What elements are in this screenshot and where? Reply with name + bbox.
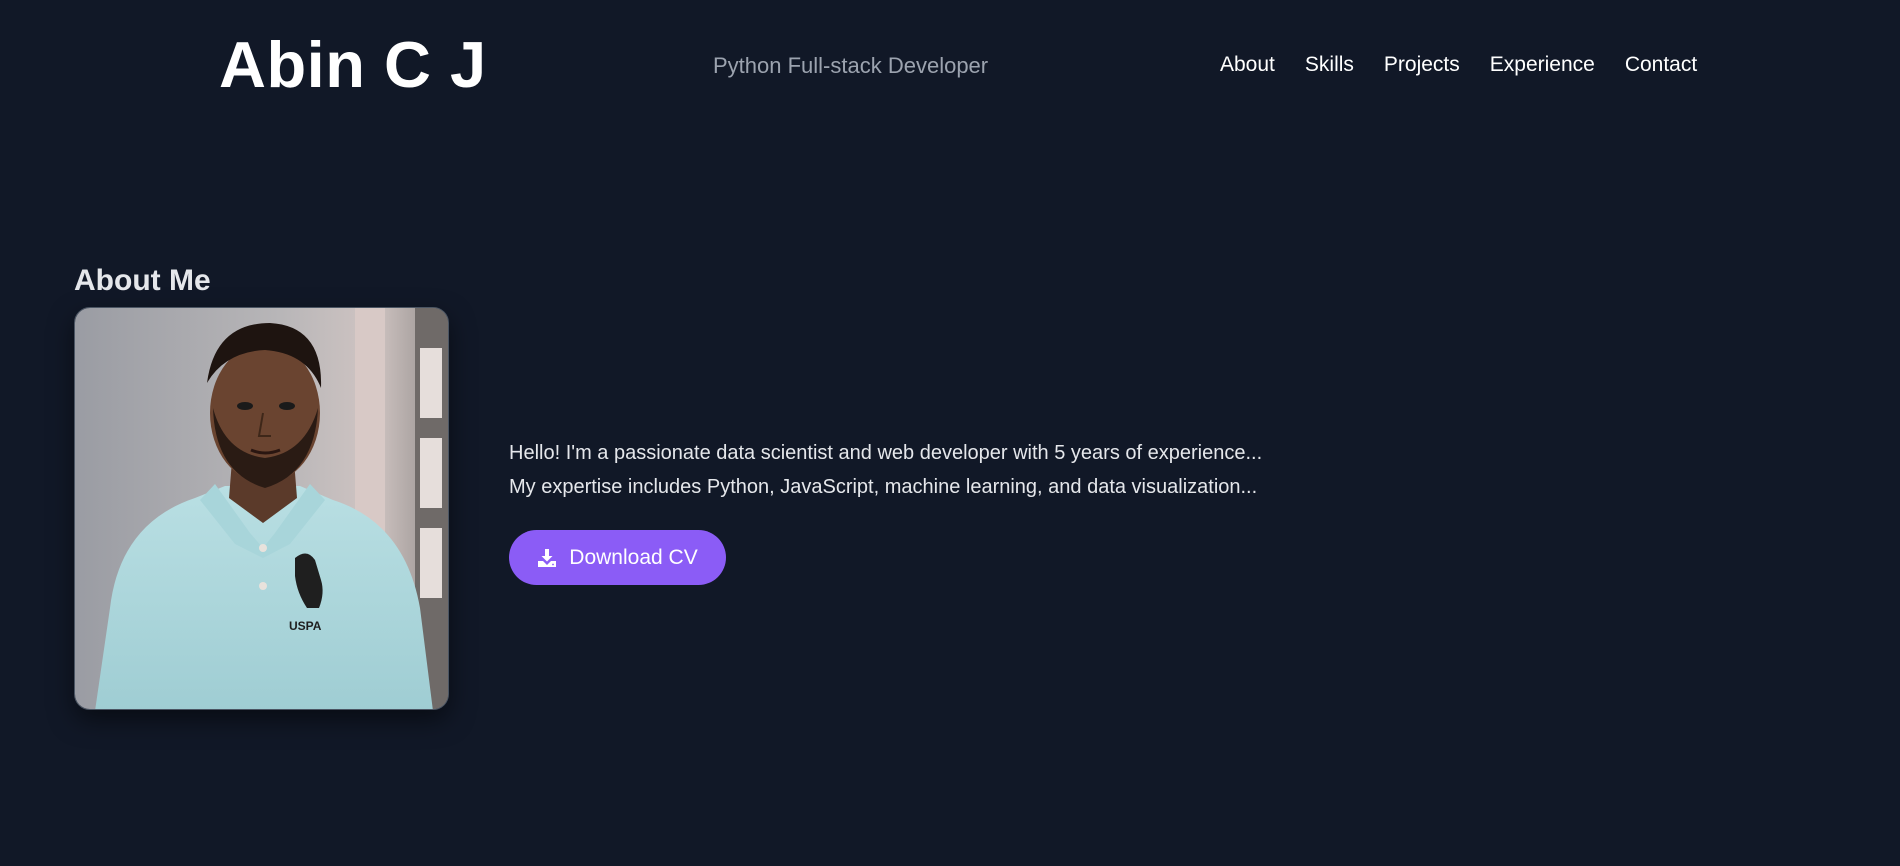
profile-photo: USPA: [74, 307, 449, 710]
tagline: Python Full-stack Developer: [713, 53, 989, 78]
portfolio-page: Abin C J Python Full-stack Developer Abo…: [0, 0, 1900, 866]
nav-link-about[interactable]: About: [1220, 53, 1275, 77]
nav-link-contact[interactable]: Contact: [1625, 53, 1697, 77]
about-text: Hello! I'm a passionate data scientist a…: [509, 436, 1409, 504]
nav-link-experience[interactable]: Experience: [1490, 53, 1595, 77]
main-nav: About Skills Projects Experience Contact: [1220, 53, 1697, 77]
nav-link-projects[interactable]: Projects: [1384, 53, 1460, 77]
download-cv-button[interactable]: Download CV: [509, 530, 726, 585]
nav-link-skills[interactable]: Skills: [1305, 53, 1354, 77]
about-heading: About Me: [74, 264, 211, 297]
download-cv-label: Download CV: [569, 545, 698, 569]
site-name: Abin C J: [219, 28, 487, 101]
about-paragraph: My expertise includes Python, JavaScript…: [509, 476, 1258, 498]
download-icon: [537, 548, 557, 568]
svg-text:USPA: USPA: [289, 619, 322, 633]
about-paragraph: Hello! I'm a passionate data scientist a…: [509, 442, 1263, 464]
